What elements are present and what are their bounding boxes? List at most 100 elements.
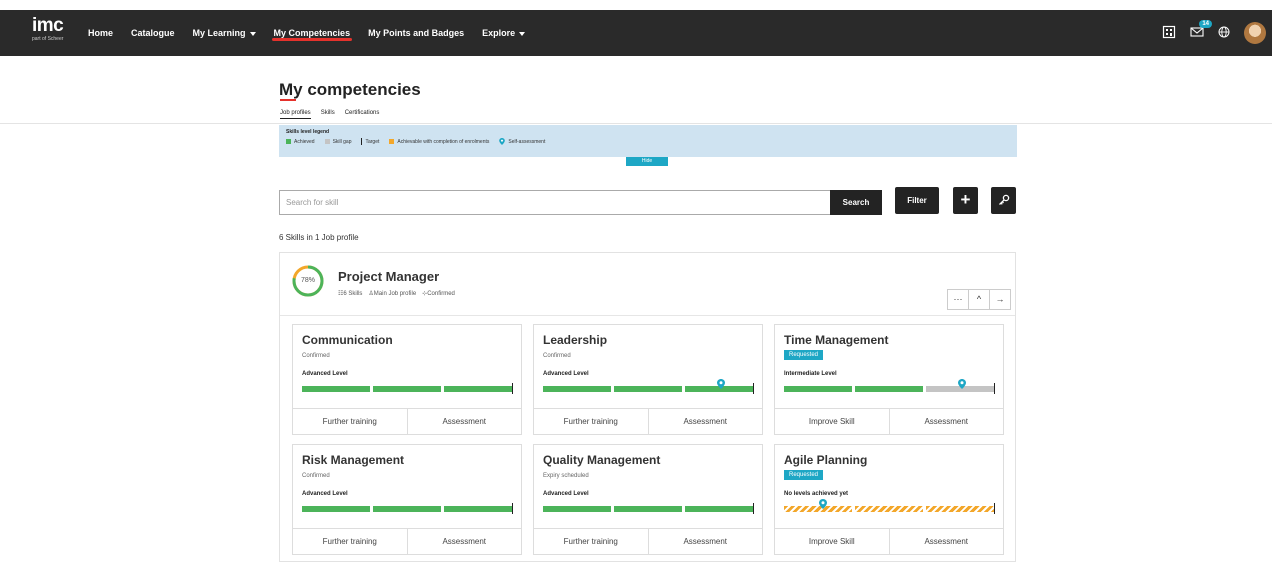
skill-level: Advanced Level xyxy=(543,371,589,377)
primary-action-button[interactable]: Further training xyxy=(534,409,648,434)
tab-skills[interactable]: Skills xyxy=(321,110,335,119)
skill-card[interactable]: Leadership Confirmed Advanced Level Further… xyxy=(533,324,763,435)
legend-title: Skills level legend xyxy=(286,129,330,135)
primary-action-button[interactable]: Further training xyxy=(293,409,407,434)
messages-count-badge: 14 xyxy=(1199,20,1212,28)
nav-my-competencies[interactable]: My Competencies xyxy=(271,28,352,41)
top-icons: 14 xyxy=(1148,10,1272,56)
legend-achievable: Achievable with completion of enrolments xyxy=(389,139,489,145)
level-segment-achieved xyxy=(543,386,611,392)
primary-action-button[interactable]: Improve Skill xyxy=(775,529,889,554)
card-actions: Further training Assessment xyxy=(534,528,762,554)
profile-divider xyxy=(280,315,1015,316)
add-button[interactable]: + xyxy=(953,187,978,214)
job-profile-title[interactable]: Project Manager xyxy=(338,269,439,284)
skill-card[interactable]: Risk Management Confirmed Advanced Level Fu… xyxy=(292,444,522,555)
logo-subtext: part of Scheer xyxy=(32,36,64,42)
profile-buttons: ··· ^ → xyxy=(947,289,1011,310)
divider xyxy=(0,123,1272,124)
skills-count-label: 6 Skills xyxy=(343,291,363,297)
top-navigation-bar: imc part of Scheer Home Catalogue My Lea… xyxy=(0,10,1272,56)
level-segment-achievable xyxy=(855,506,923,512)
skill-card[interactable]: Agile Planning Requested No levels achieve… xyxy=(774,444,1004,555)
primary-action-button[interactable]: Improve Skill xyxy=(775,409,889,434)
skill-level: No levels achieved yet xyxy=(784,491,849,497)
nav-explore[interactable]: Explore xyxy=(482,28,526,38)
skill-title[interactable]: Quality Management xyxy=(543,453,660,467)
skill-status: Expiry scheduled xyxy=(543,473,589,479)
skill-status: Requested xyxy=(784,350,824,360)
legend-self-assessment-label: Self-assessment xyxy=(508,138,546,145)
search-button[interactable]: Search xyxy=(830,190,882,215)
assessment-button[interactable]: Assessment xyxy=(888,529,1004,554)
more-options-button[interactable]: ··· xyxy=(947,289,969,310)
level-segment-achievable xyxy=(784,506,852,512)
skill-title[interactable]: Risk Management xyxy=(302,453,404,467)
target-marker xyxy=(753,383,754,394)
competency-tabs: Job profiles Skills Certifications xyxy=(280,110,379,119)
assessment-button[interactable]: Assessment xyxy=(888,409,1004,434)
target-marker xyxy=(994,503,995,514)
skill-card[interactable]: Time Management Requested Intermediate Lev… xyxy=(774,324,1004,435)
tab-job-profiles[interactable]: Job profiles xyxy=(280,110,311,119)
nav-my-points-and-badges[interactable]: My Points and Badges xyxy=(368,28,464,38)
legend-skill-gap-label: Skill gap xyxy=(332,138,352,145)
key-icon xyxy=(998,194,1009,205)
achievable-swatch xyxy=(389,138,395,144)
assessment-button[interactable]: Assessment xyxy=(647,409,763,434)
collapse-button[interactable]: ^ xyxy=(968,289,990,310)
level-segment-achieved xyxy=(444,386,512,392)
nav-home[interactable]: Home xyxy=(88,28,113,38)
organization-icon[interactable] xyxy=(1162,25,1176,42)
assessment-button[interactable]: Assessment xyxy=(406,529,522,554)
target-marker xyxy=(512,383,513,394)
level-segment-achieved xyxy=(543,506,611,512)
level-segment-achieved xyxy=(302,386,370,392)
level-segment-achieved xyxy=(444,506,512,512)
hide-legend-button[interactable]: Hide xyxy=(626,157,668,166)
legend-target-label: Target xyxy=(365,138,380,145)
level-bar xyxy=(543,379,755,394)
messages-icon[interactable]: 14 xyxy=(1190,20,1212,41)
assessment-button[interactable]: Assessment xyxy=(406,409,522,434)
key-button[interactable] xyxy=(991,187,1016,214)
nav-my-learning[interactable]: My Learning xyxy=(193,28,256,38)
imc-logo[interactable]: imc part of Scheer xyxy=(32,15,64,43)
nav-catalogue[interactable]: Catalogue xyxy=(131,28,175,38)
legend-achieved-label: Achieved xyxy=(294,138,315,145)
skill-card[interactable]: Quality Management Expiry scheduled Advanc… xyxy=(533,444,763,555)
primary-action-button[interactable]: Further training xyxy=(293,529,407,554)
level-bar xyxy=(302,383,514,394)
skill-title[interactable]: Agile Planning xyxy=(784,453,867,467)
legend-achieved: Achieved xyxy=(286,139,315,145)
filter-button[interactable]: Filter xyxy=(895,187,939,214)
skill-card[interactable]: Communication Confirmed Advanced Level Furt… xyxy=(292,324,522,435)
globe-icon[interactable] xyxy=(1218,25,1230,41)
self-assessment-pin-icon xyxy=(957,379,966,389)
skill-title[interactable]: Communication xyxy=(302,333,393,347)
primary-action-button[interactable]: Further training xyxy=(534,529,648,554)
chevron-down-icon xyxy=(249,31,256,36)
card-actions: Further training Assessment xyxy=(293,528,521,554)
skill-gap-swatch xyxy=(324,138,330,144)
skill-title[interactable]: Time Management xyxy=(784,333,888,347)
skill-level: Intermediate Level xyxy=(784,371,837,377)
logo-text: imc xyxy=(32,15,64,36)
skill-status: Confirmed xyxy=(302,353,330,359)
card-actions: Improve Skill Assessment xyxy=(775,408,1003,434)
self-assessment-pin-icon xyxy=(819,499,828,509)
level-segment-achieved xyxy=(614,506,682,512)
user-avatar[interactable] xyxy=(1244,22,1266,44)
page-title: My competencies xyxy=(279,80,421,99)
level-segment-achieved xyxy=(302,506,370,512)
search-input[interactable]: Search for skill xyxy=(279,190,830,215)
open-profile-button[interactable]: → xyxy=(989,289,1011,310)
legend-target: Target xyxy=(361,138,379,145)
assessment-button[interactable]: Assessment xyxy=(647,529,763,554)
tab-certifications[interactable]: Certifications xyxy=(345,110,380,119)
nav-explore-label: Explore xyxy=(482,28,516,38)
skill-status: Requested xyxy=(784,470,824,480)
skills-count: ☷6 Skills xyxy=(338,290,362,297)
skill-title[interactable]: Leadership xyxy=(543,333,607,347)
level-segment-achieved xyxy=(373,506,441,512)
